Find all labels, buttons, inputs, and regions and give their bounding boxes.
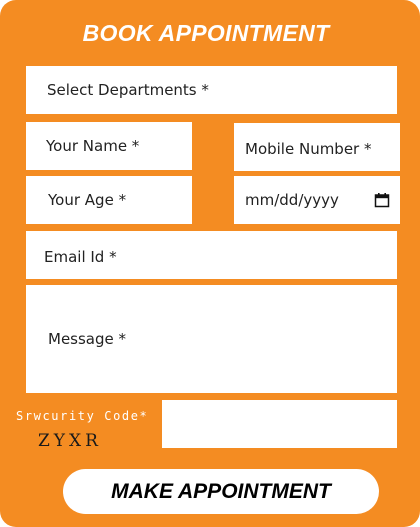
date-input[interactable]: mm/dd/yyyy	[234, 176, 400, 224]
appointment-form: BOOK APPOINTMENT Select Departments * Yo…	[0, 0, 420, 527]
security-code-label: Srwcurity Code*	[16, 409, 149, 423]
message-textarea[interactable]: Message *	[26, 285, 397, 393]
mobile-input[interactable]: Mobile Number *	[234, 123, 400, 171]
date-placeholder: mm/dd/yyyy	[245, 191, 339, 209]
email-placeholder: Email Id *	[44, 248, 117, 266]
age-placeholder: Your Age *	[48, 191, 127, 209]
age-input[interactable]: Your Age *	[26, 176, 192, 224]
email-input[interactable]: Email Id *	[26, 231, 397, 279]
name-placeholder: Your Name *	[46, 137, 140, 155]
form-title: BOOK APPOINTMENT	[82, 20, 330, 46]
calendar-icon[interactable]	[374, 192, 390, 208]
security-code-input[interactable]	[162, 400, 397, 448]
captcha-code: ZYXR	[38, 431, 102, 451]
message-placeholder: Message *	[48, 330, 127, 348]
department-placeholder: Select Departments *	[47, 81, 209, 99]
name-input[interactable]: Your Name *	[26, 122, 192, 170]
make-appointment-button[interactable]: MAKE APPOINTMENT	[63, 469, 379, 514]
department-select[interactable]: Select Departments *	[26, 66, 397, 114]
mobile-placeholder: Mobile Number *	[245, 140, 372, 158]
